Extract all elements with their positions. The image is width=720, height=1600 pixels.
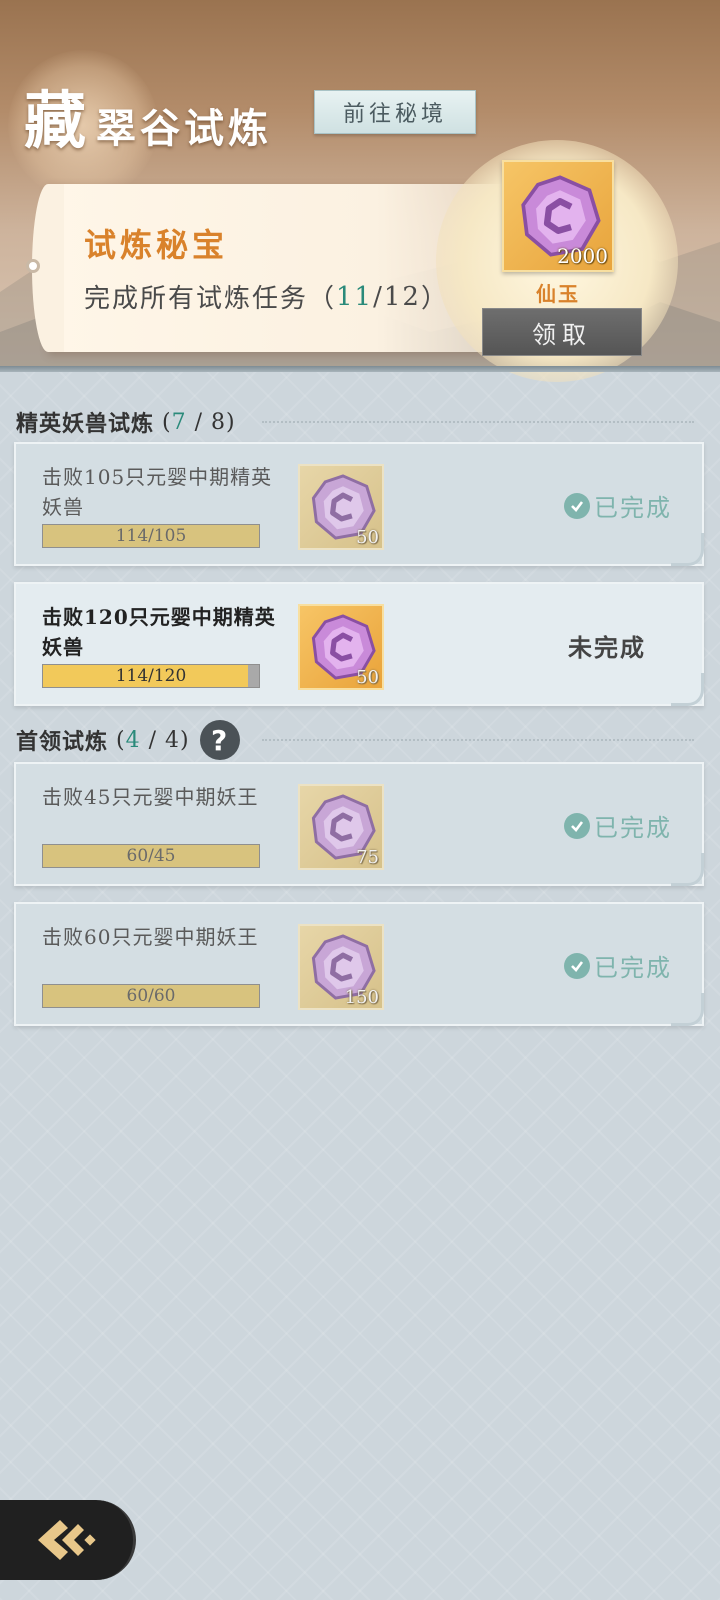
task-progress-label: 114/105 [115, 526, 187, 546]
treasure-total-count: /12 [373, 281, 421, 312]
check-circle-icon [564, 952, 590, 979]
treasure-desc-prefix: 完成所有试炼任务（ [84, 284, 337, 314]
treasure-done-count: 11 [336, 281, 374, 312]
task-status-label: 已完成 [594, 494, 672, 522]
back-arrow-icon [38, 1520, 96, 1560]
task-status: 已完成 [564, 488, 672, 523]
question-icon[interactable]: ? [199, 720, 240, 760]
task-progress-bar: 60/45 [42, 844, 260, 868]
treasure-dot-decoration [26, 259, 40, 273]
section-title: 精英妖兽试炼 [16, 411, 155, 437]
check-circle-icon [564, 812, 590, 839]
task-progress-label: 60/60 [126, 986, 176, 1006]
task-status: 已完成 [564, 948, 672, 983]
task-description: 击败60只元婴中期妖王 [42, 925, 259, 949]
task-progress-bar: 114/120 [42, 664, 260, 688]
section-title: 首领试炼 [16, 729, 109, 755]
treasure-reward-qty: 2000 [557, 244, 608, 268]
task-card: 击败105只元婴中期精英妖兽 114/105 50 已完成 [14, 442, 704, 566]
claim-button[interactable]: 领取 [482, 308, 642, 356]
task-status-label: 已完成 [594, 954, 672, 982]
back-button[interactable] [0, 1500, 136, 1580]
section-count: (7 / 8) [162, 409, 236, 435]
task-reward-item[interactable]: 75 [298, 784, 384, 870]
check-circle-icon [564, 492, 590, 519]
treasure-reward-name: 仙玉 [536, 282, 580, 306]
task-progress-label: 114/120 [115, 666, 187, 686]
page-title-initial: 藏 [24, 84, 91, 157]
task-reward-qty: 50 [356, 667, 379, 688]
treasure-reward-item[interactable]: 2000 [502, 160, 614, 272]
page-title: 藏 翠谷试炼 [24, 70, 272, 160]
task-description: 击败120只元婴中期精英妖兽 [42, 605, 276, 659]
task-progress-bar: 114/105 [42, 524, 260, 548]
task-status: 已完成 [564, 808, 672, 843]
task-card: 击败45只元婴中期妖王 60/45 75 已完成 [14, 762, 704, 886]
task-progress-label: 60/45 [126, 846, 176, 866]
task-reward-item[interactable]: 50 [298, 464, 384, 550]
task-progress-bar: 60/60 [42, 984, 260, 1008]
section-divider [262, 421, 694, 423]
task-description: 击败45只元婴中期妖王 [42, 785, 259, 809]
task-card: 击败60只元婴中期妖王 60/60 150 已完成 [14, 902, 704, 1026]
task-card: 击败120只元婴中期精英妖兽 114/120 50 未完成 [14, 582, 704, 706]
page-title-text: 翠谷试炼 [96, 105, 273, 152]
section-header-elite: 精英妖兽试炼 (7 / 8) [16, 404, 236, 440]
goto-secret-realm-button[interactable]: 前往秘境 [314, 90, 476, 134]
task-description: 击败105只元婴中期精英妖兽 [42, 465, 273, 519]
task-reward-qty: 75 [356, 847, 379, 868]
section-header-boss: 首领试炼 (4 / 4) ? [16, 720, 240, 760]
treasure-title: 试炼秘宝 [84, 226, 229, 264]
task-reward-item[interactable]: 50 [298, 604, 384, 690]
task-status: 未完成 [568, 628, 646, 663]
task-reward-qty: 150 [344, 987, 379, 1008]
section-divider [262, 739, 694, 741]
task-status-label: 未完成 [568, 633, 646, 662]
header-divider [0, 366, 720, 372]
treasure-description: 完成所有试炼任务（ 11 /12 ） [84, 278, 449, 315]
section-count: (4 / 4) [116, 727, 190, 753]
task-reward-item[interactable]: 150 [298, 924, 384, 1010]
task-reward-qty: 50 [356, 527, 379, 548]
task-status-label: 已完成 [594, 814, 672, 842]
